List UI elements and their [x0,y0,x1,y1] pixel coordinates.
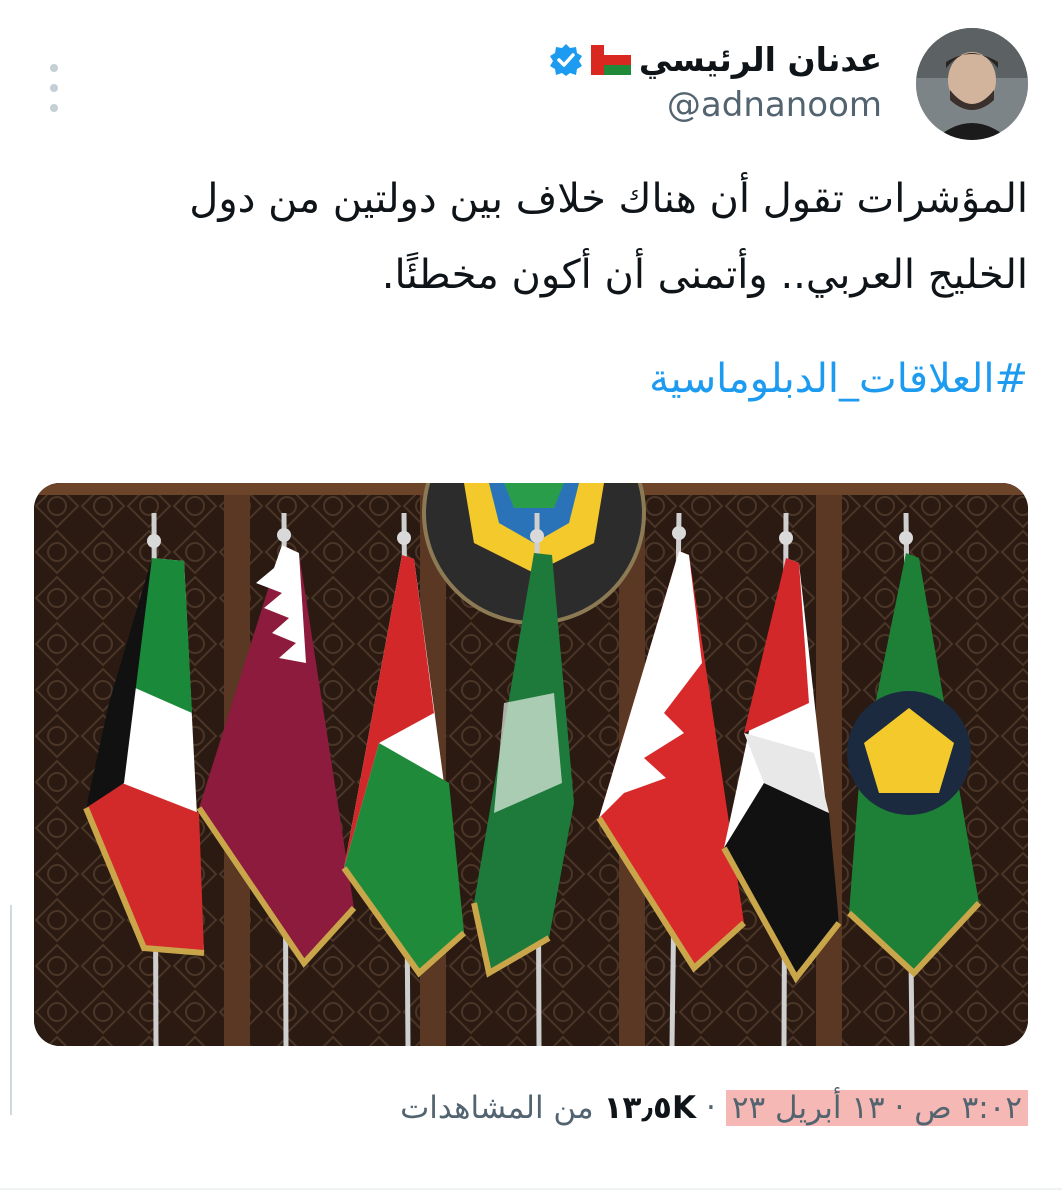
tweet-time: ٣:٠٢ ص [914,1090,1022,1126]
tweet-media-image[interactable] [34,483,1028,1046]
tweet-header: عدنان الرئيسي @adnanoom [0,28,1062,148]
tweet-line-1: المؤشرات تقول أن هناك خلاف بين دولتين من… [189,176,1028,222]
views-label: من المشاهدات [400,1090,594,1126]
left-edge-divider [10,905,12,1115]
timestamp-highlight[interactable]: ٣:٠٢ ص · ١٣ أبريل ٢٣ [725,1090,1028,1126]
avatar[interactable] [916,28,1028,140]
views-count[interactable]: ١٣٫٥K [604,1090,696,1126]
oman-flag-icon [590,44,631,75]
author-display-name[interactable]: عدنان الرئيسي [639,40,882,79]
meta-separator-2: · [706,1090,716,1126]
more-options-icon[interactable] [44,58,64,118]
gcc-flags-photo [34,483,1028,1046]
tweet-meta: ٣:٠٢ ص · ١٣ أبريل ٢٣ · ١٣٫٥K من المشاهدا… [400,1090,1028,1126]
author-block: عدنان الرئيسي @adnanoom [549,40,882,125]
tweet-body: المؤشرات تقول أن هناك خلاف بين دولتين من… [148,168,1028,306]
bottom-divider [0,1188,1062,1190]
meta-separator: · [894,1090,905,1126]
tweet-date: ١٣ أبريل ٢٣ [731,1090,885,1126]
author-handle[interactable]: @adnanoom [549,85,882,125]
tweet-line-2: الخليج العربي.. وأتمنى أن أكون مخطئًا. [381,252,1028,298]
hashtag-link[interactable]: #العلاقات_الدبلوماسية [649,356,1028,402]
verified-badge-icon [549,43,583,77]
